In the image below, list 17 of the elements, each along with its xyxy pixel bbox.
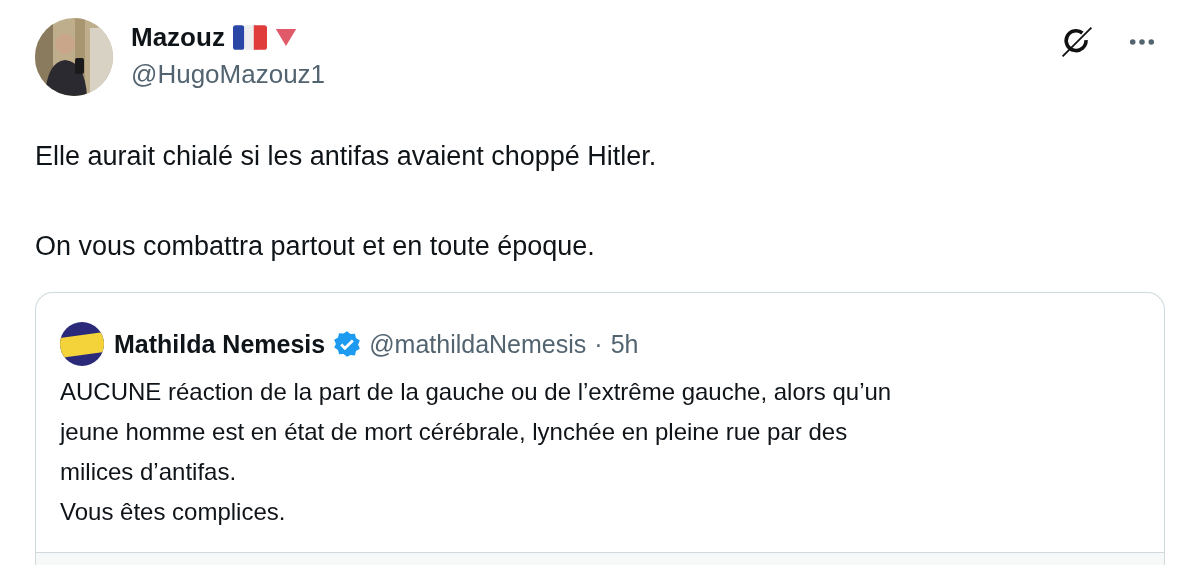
separator-dot: · <box>594 329 603 359</box>
quoted-tweet-card[interactable] <box>35 292 1165 565</box>
triangle-icon <box>274 29 297 46</box>
tweet-text: On vous combattra partout et en toute époque. <box>35 230 596 263</box>
quoted-text-line: milices d’antifas. <box>60 457 238 487</box>
author-name[interactable]: Mazouz <box>131 22 225 53</box>
quoted-author-name[interactable]: Mathilda Nemesis <box>114 329 326 359</box>
more-icon[interactable] <box>1129 38 1155 46</box>
timestamp[interactable]: 5h <box>610 329 639 359</box>
quoted-text-line: AUCUNE réaction de la part de la gauche ou de l’extrême gauche, alors qu’un <box>60 377 893 407</box>
tweet-text: Elle aurait chialé si les antifas avaient choppé Hitler. <box>35 140 658 173</box>
quoted-text-line: jeune homme est en état de mort cérébrale, lynchée en pleine rue par des <box>60 417 849 447</box>
grok-icon[interactable] <box>1059 24 1095 60</box>
quoted-author-handle[interactable]: @mathildaNemesis <box>369 329 587 359</box>
quoted-text-line: Vous êtes complices. <box>60 497 287 527</box>
author-handle[interactable]: @HugoMazouz1 <box>131 59 326 90</box>
flag-icon <box>232 25 267 50</box>
